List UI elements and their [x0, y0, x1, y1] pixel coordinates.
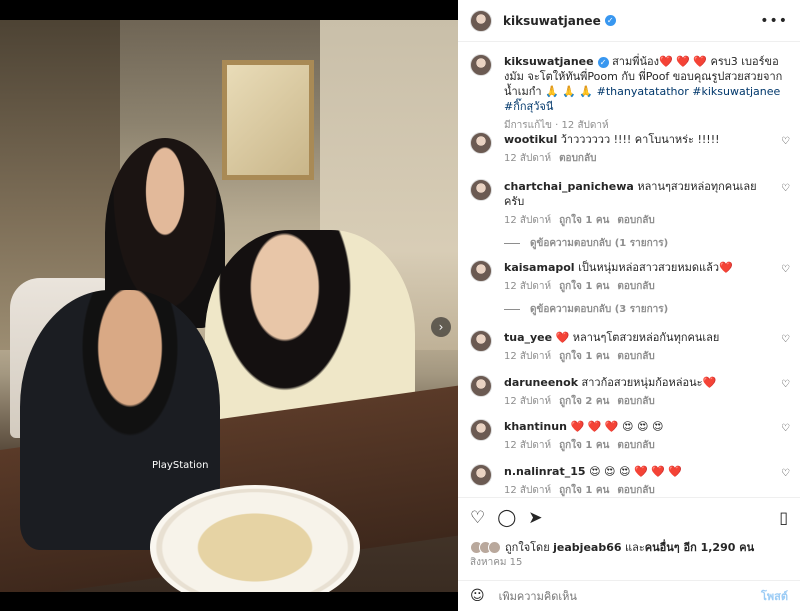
comment-author[interactable]: khantinun: [504, 420, 567, 433]
comments-list[interactable]: kiksuwatjanee ✓ สามพี่น้อง❤️ ❤️ ❤️ ครบ3 เ…: [458, 42, 800, 497]
comment-time: 12 สัปดาห์: [504, 153, 552, 164]
comment-likes[interactable]: ถูกใจ 1 คน: [559, 215, 609, 226]
avatar[interactable]: [470, 375, 492, 397]
post-modal: PlayStation › kiksuwatjanee ✓ ••• kiksuw…: [0, 0, 800, 611]
comment-text: 😍 😍 😍 ❤️ ❤️ ❤️: [589, 465, 683, 478]
next-photo-button[interactable]: ›: [431, 317, 451, 337]
likes-count[interactable]: คนอื่นๆ อีก 1,290 คน: [645, 541, 754, 554]
comment-time: 12 สัปดาห์: [504, 215, 552, 226]
liker-username[interactable]: jeabjeab66: [553, 541, 621, 554]
post-date: สิงหาคม 15: [470, 557, 523, 568]
more-options-icon[interactable]: •••: [760, 13, 788, 29]
caption-meta: มีการแก้ไข · 12 สัปดาห์: [504, 120, 609, 131]
liker-avatar: [488, 540, 501, 554]
list-item: kaisamapol เป็นหนุ่มหล่อสาวสวยหมดแล้ว❤️ …: [470, 260, 790, 317]
add-comment-bar: ☺ โพสต์: [458, 580, 800, 611]
chevron-right-icon: ›: [438, 320, 444, 334]
reply-button[interactable]: ตอบกลับ: [617, 215, 654, 226]
replies-line: [504, 243, 520, 244]
comment-likes[interactable]: ถูกใจ 1 คน: [559, 440, 609, 451]
reply-button[interactable]: ตอบกลับ: [617, 281, 654, 292]
avatar[interactable]: [470, 54, 492, 76]
comment-likes[interactable]: ถูกใจ 1 คน: [559, 485, 609, 496]
list-item: daruneenok สาวก้อสวยหนุ่มก้อหล่อนะ❤️ 12 …: [470, 375, 790, 409]
comment-text: เป็นหนุ่มหล่อสาวสวยหมดแล้ว❤️: [578, 261, 733, 274]
post-side-panel: kiksuwatjanee ✓ ••• kiksuwatjanee ✓ สามพี…: [458, 0, 800, 611]
reply-button[interactable]: ตอบกลับ: [617, 440, 654, 451]
likes-summary[interactable]: ถูกใจโดย jeabjeab66 และคนอื่นๆ อีก 1,290…: [470, 538, 754, 556]
view-replies-label: ดูข้อความตอบกลับ (3 รายการ): [530, 304, 669, 315]
post-actions: ♡ ◯ ➤ ▯ ถูกใจโดย jeabjeab66 และคนอื่นๆ อ…: [458, 497, 800, 587]
view-replies-button[interactable]: ดูข้อความตอบกลับ (1 รายการ): [504, 236, 790, 251]
avatar[interactable]: [470, 179, 492, 201]
view-replies-button[interactable]: ดูข้อความตอบกลับ (3 รายการ): [504, 302, 790, 317]
likes-prefix: ถูกใจโดย: [505, 541, 554, 554]
like-heart-icon[interactable]: ♡: [470, 508, 485, 528]
hashtag-link[interactable]: #thanyatatathor: [597, 85, 689, 98]
bookmark-icon[interactable]: ▯: [779, 508, 788, 527]
post-photo[interactable]: PlayStation ›: [0, 20, 458, 592]
verified-badge-icon: ✓: [597, 56, 609, 68]
comment-author[interactable]: kaisamapol: [504, 261, 575, 274]
post-button[interactable]: โพสต์: [761, 587, 788, 605]
view-replies-label: ดูข้อความตอบกลับ (1 รายการ): [530, 238, 669, 249]
heart-icon[interactable]: ♡: [781, 136, 790, 147]
heart-icon[interactable]: ♡: [781, 468, 790, 479]
share-icon[interactable]: ➤: [528, 508, 542, 528]
avatar[interactable]: [470, 330, 492, 352]
comment-author[interactable]: chartchai_panichewa: [504, 180, 634, 193]
comment-author[interactable]: wootikul: [504, 133, 557, 146]
avatar[interactable]: [470, 9, 492, 32]
post-caption: kiksuwatjanee ✓ สามพี่น้อง❤️ ❤️ ❤️ ครบ3 เ…: [470, 54, 790, 133]
avatar[interactable]: [470, 132, 492, 154]
photo-painting: [222, 60, 314, 180]
list-item: chartchai_panichewa หลานๆสวยหล่อทุกคนเลย…: [470, 179, 790, 251]
comment-author[interactable]: daruneenok: [504, 376, 578, 389]
heart-icon[interactable]: ♡: [781, 334, 790, 345]
comment-icon[interactable]: ◯: [497, 508, 516, 528]
avatar[interactable]: [470, 464, 492, 486]
hashtag-link[interactable]: #kiksuwatjanee: [692, 85, 780, 98]
comment-time: 12 สัปดาห์: [504, 485, 552, 496]
reply-button[interactable]: ตอบกลับ: [617, 396, 654, 407]
replies-line: [504, 309, 520, 310]
list-item: n.nalinrat_15 😍 😍 😍 ❤️ ❤️ ❤️ 12 สัปดาห์ ถ…: [470, 464, 790, 497]
comment-likes[interactable]: ถูกใจ 2 คน: [559, 396, 609, 407]
comment-time: 12 สัปดาห์: [504, 440, 552, 451]
avatar[interactable]: [470, 260, 492, 282]
heart-icon[interactable]: ♡: [781, 379, 790, 390]
heart-icon[interactable]: ♡: [781, 264, 790, 275]
comment-text: สาวก้อสวยหนุ่มก้อหล่อนะ❤️: [581, 376, 717, 389]
reply-button[interactable]: ตอบกลับ: [559, 153, 596, 164]
heart-icon[interactable]: ♡: [781, 183, 790, 194]
comment-time: 12 สัปดาห์: [504, 351, 552, 362]
list-item: tua_yee ❤️ หลานๆโตสวยหล่อกันทุกคนเลย 12 …: [470, 330, 790, 364]
comment-text: ❤️ หลานๆโตสวยหล่อกันทุกคนเลย: [555, 331, 720, 344]
comment-likes[interactable]: ถูกใจ 1 คน: [559, 351, 609, 362]
post-header: kiksuwatjanee ✓ •••: [458, 0, 800, 42]
heart-icon[interactable]: ♡: [781, 423, 790, 434]
comment-time: 12 สัปดาห์: [504, 396, 552, 407]
caption-author[interactable]: kiksuwatjanee: [504, 55, 594, 68]
verified-badge-icon: ✓: [604, 15, 616, 26]
comment-author[interactable]: n.nalinrat_15: [504, 465, 586, 478]
comment-author[interactable]: tua_yee: [504, 331, 552, 344]
comment-time: 12 สัปดาห์: [504, 281, 552, 292]
comment-likes[interactable]: ถูกใจ 1 คน: [559, 281, 609, 292]
emoji-icon[interactable]: ☺: [470, 588, 485, 604]
comment-text: ว้าวววววว !!!! คาโบนาหร่ะ !!!!!: [560, 133, 720, 146]
avatar[interactable]: [470, 419, 492, 441]
reply-button[interactable]: ตอบกลับ: [617, 351, 654, 362]
likes-mid: และ: [621, 541, 645, 554]
photo-shirt-logo: PlayStation: [152, 460, 209, 471]
hashtag-link[interactable]: #กิ๊กสุวัจนี: [504, 100, 553, 113]
comment-input[interactable]: [498, 589, 719, 603]
reply-button[interactable]: ตอบกลับ: [617, 485, 654, 496]
list-item: wootikul ว้าวววววว !!!! คาโบนาหร่ะ !!!!!…: [470, 132, 790, 166]
post-author[interactable]: kiksuwatjanee: [503, 14, 601, 28]
list-item: khantinun ❤️ ❤️ ❤️ 😍 😍 😍 12 สัปดาห์ ถูกใจ…: [470, 419, 790, 453]
comment-text: ❤️ ❤️ ❤️ 😍 😍 😍: [570, 420, 664, 433]
